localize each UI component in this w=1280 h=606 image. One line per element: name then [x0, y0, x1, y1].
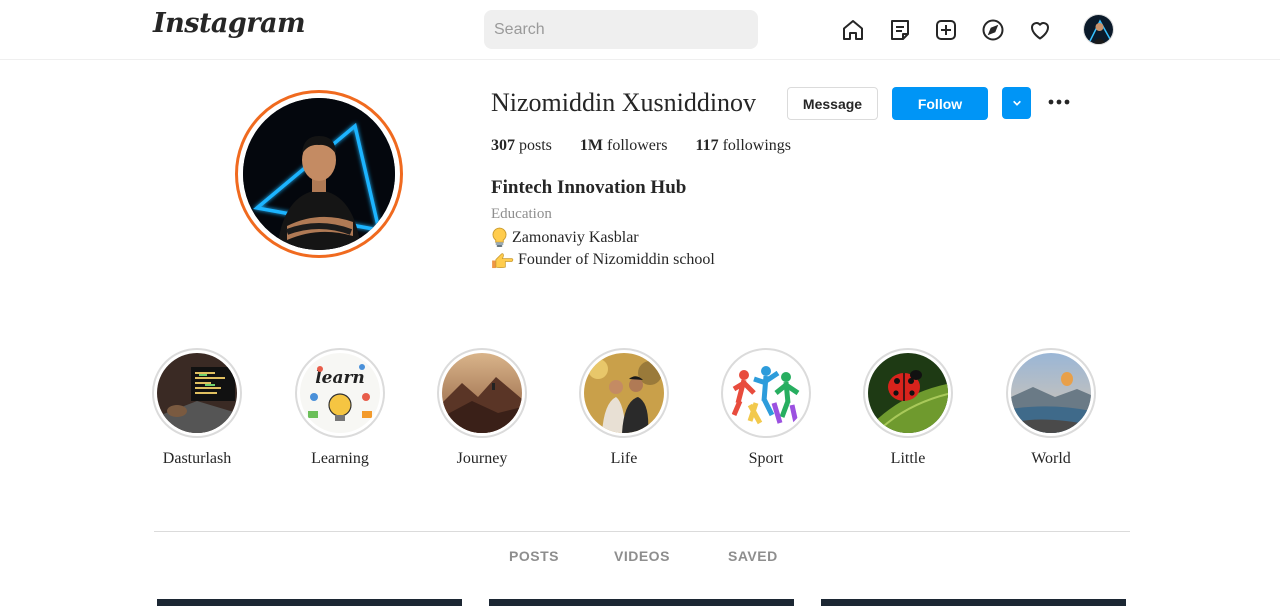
- highlight-label: Dasturlash: [162, 450, 232, 467]
- highlight-cover-ladybug: [868, 353, 948, 433]
- highlight-label: Sport: [748, 450, 784, 467]
- profile-stats: 307 posts 1M followers 117 followings: [491, 137, 819, 155]
- highlight-cover-ring: [437, 348, 527, 438]
- profile-full-name: Fintech Innovation Hub: [491, 177, 687, 198]
- highlight-label: Journey: [456, 450, 508, 467]
- highlight-cover-coding: [157, 353, 237, 433]
- highlight-sport[interactable]: Sport: [721, 348, 811, 468]
- highlight-journey[interactable]: Journey: [437, 348, 527, 468]
- highlight-cover-ring: [721, 348, 811, 438]
- stat-posts[interactable]: 307 posts: [491, 137, 552, 155]
- highlight-cover-athletes: [726, 353, 806, 433]
- post-thumbnail[interactable]: [821, 599, 1126, 606]
- svg-text:learn: learn: [315, 368, 365, 388]
- highlight-cover-mountains: [442, 353, 522, 433]
- heart-icon[interactable]: [1026, 16, 1054, 44]
- top-navbar: Instagram: [0, 0, 1280, 60]
- stat-value: 117: [695, 137, 719, 154]
- stat-label: followings: [722, 137, 792, 154]
- more-horizontal-icon: [1047, 98, 1071, 106]
- highlight-cover-ring: [579, 348, 669, 438]
- profile-avatar[interactable]: [1083, 14, 1114, 45]
- highlight-cover-ring: [863, 348, 953, 438]
- stat-label: posts: [519, 137, 552, 154]
- highlight-little[interactable]: Little: [863, 348, 953, 468]
- more-options-button[interactable]: [1045, 92, 1073, 112]
- bio-line: Founder of Nizomiddin school: [491, 251, 715, 269]
- highlight-dasturlash[interactable]: Dasturlash: [152, 348, 242, 468]
- highlight-learning[interactable]: learn Learning: [295, 348, 385, 468]
- profile-picture: [243, 98, 395, 250]
- bio-text: Founder of Nizomiddin school: [518, 251, 715, 268]
- highlight-label: Life: [610, 450, 638, 467]
- chevron-down-icon: [1012, 98, 1022, 108]
- search-input[interactable]: [484, 10, 758, 49]
- pointing-hand-icon: [491, 252, 514, 269]
- highlight-world[interactable]: World: [1006, 348, 1096, 468]
- highlight-cover-landscape: [1011, 353, 1091, 433]
- profile-username: Nizomiddin Xusniddinov: [491, 88, 757, 117]
- highlight-label: Learning: [311, 450, 369, 467]
- profile-picture-ring[interactable]: [235, 90, 403, 258]
- highlight-cover-couple: [584, 353, 664, 433]
- home-icon[interactable]: [839, 16, 867, 44]
- stat-label: followers: [607, 137, 668, 154]
- create-post-icon[interactable]: [932, 16, 960, 44]
- suggestions-dropdown-button[interactable]: [1002, 87, 1031, 119]
- highlight-cover-ring: [1006, 348, 1096, 438]
- messages-icon[interactable]: [886, 16, 914, 44]
- post-thumbnail[interactable]: [489, 599, 794, 606]
- tabs-divider: [154, 531, 1130, 532]
- highlight-cover-learn: learn: [300, 353, 380, 433]
- tab-posts[interactable]: POSTS: [509, 548, 559, 564]
- stat-followings[interactable]: 117 followings: [695, 137, 791, 155]
- stat-followers[interactable]: 1M followers: [580, 137, 668, 155]
- profile-category: Education: [491, 206, 552, 222]
- tab-saved[interactable]: SAVED: [728, 548, 778, 564]
- highlight-label: World: [1031, 450, 1071, 467]
- bio-text: Zamonaviy Kasblar: [512, 228, 639, 246]
- instagram-logo[interactable]: Instagram: [153, 8, 306, 39]
- stat-value: 307: [491, 137, 515, 154]
- message-button[interactable]: Message: [787, 87, 878, 120]
- tab-videos[interactable]: VIDEOS: [614, 548, 670, 564]
- bio-line: Zamonaviy Kasblar: [491, 227, 639, 248]
- post-thumbnail[interactable]: [157, 599, 462, 606]
- stat-value: 1M: [579, 137, 604, 154]
- highlight-cover-ring: [152, 348, 242, 438]
- explore-icon[interactable]: [979, 16, 1007, 44]
- lightbulb-icon: [491, 227, 508, 248]
- highlight-label: Little: [890, 450, 926, 467]
- follow-button[interactable]: Follow: [892, 87, 988, 120]
- highlight-life[interactable]: Life: [579, 348, 669, 468]
- highlight-cover-ring: learn: [295, 348, 385, 438]
